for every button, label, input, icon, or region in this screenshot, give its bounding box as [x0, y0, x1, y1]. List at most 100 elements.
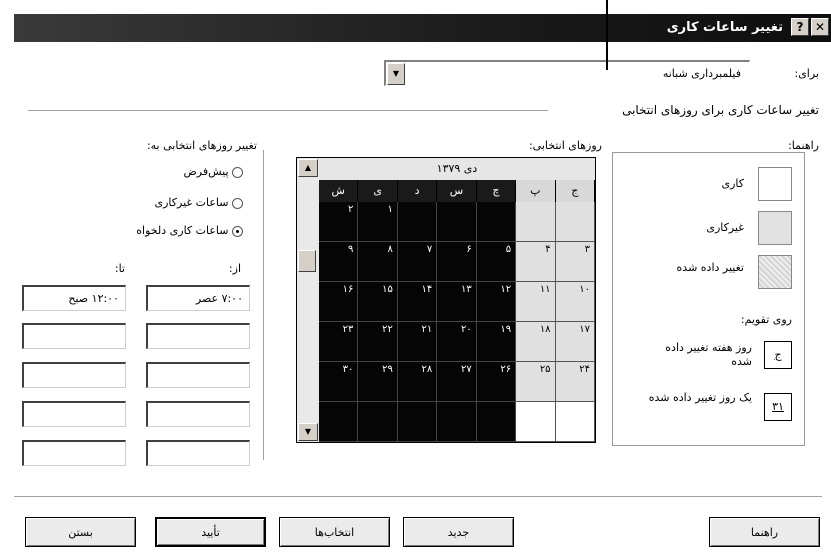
legend-on-calendar-title: روی تقویم: [740, 313, 792, 326]
to-time-5[interactable] [22, 440, 126, 466]
calendar-day[interactable]: ۲۶ [476, 362, 517, 402]
calendar-day[interactable] [516, 402, 556, 442]
calendar-day[interactable] [476, 402, 517, 442]
calendar-day[interactable]: ۷ [397, 242, 438, 282]
scroll-down-icon[interactable]: ▼ [298, 423, 318, 441]
calendar-day[interactable]: ۲۹ [358, 362, 398, 402]
radio-custom-label: ساعات کاری دلخواه [136, 224, 229, 237]
calendar-day[interactable] [358, 402, 398, 442]
weekday-header[interactable]: د [397, 180, 438, 202]
radio-default-button[interactable] [232, 166, 243, 178]
weekday-header[interactable]: چ [476, 180, 517, 202]
radio-nonworking[interactable]: ساعات غیرکاری [154, 196, 243, 209]
calendar-day[interactable] [397, 402, 438, 442]
calendar-day[interactable]: ۱۴ [397, 282, 438, 322]
calendar-grid[interactable]: ج پ چ س د ی ش ۱ ۲ ۳ ۴ ۵ ۶ ۷ ۸ ۹ ۱۰ ۱۱ ۱۲ ۱۳ ۱۴ ۱۵ ۱۶ ۱۷ ۱۸ ۱۹ ۲۰ ۲۱… [319, 180, 595, 442]
legend-title: راهنما: [788, 139, 819, 152]
calendar-day[interactable]: ۲۳ [319, 322, 359, 362]
from-label: از: [228, 262, 241, 275]
calendar-day[interactable]: ۳ [555, 242, 595, 282]
calendar-day[interactable]: ۱۸ [516, 322, 556, 362]
calendar-day[interactable]: ۲۲ [358, 322, 398, 362]
help-button[interactable]: راهنما [709, 517, 820, 547]
calendar-day[interactable] [437, 402, 477, 442]
calendar-day[interactable] [319, 402, 359, 442]
calendar-label: روزهای انتخابی: [528, 139, 602, 152]
scroll-up-icon[interactable]: ▲ [298, 159, 318, 177]
calendar-day[interactable] [516, 202, 556, 242]
from-time-3[interactable] [146, 362, 250, 388]
calendar-day[interactable]: ۶ [437, 242, 477, 282]
from-time-1[interactable]: ۷:۰۰ عصر [146, 285, 250, 311]
from-time-4[interactable] [146, 401, 250, 427]
calendar-day[interactable]: ۲۷ [437, 362, 477, 402]
calendar-month: دی ۱۳۷۹ [319, 158, 595, 181]
calendar-day[interactable]: ۴ [516, 242, 556, 282]
calendar-scrollbar[interactable]: ▲ ▼ [297, 158, 320, 442]
radio-custom-button[interactable] [232, 225, 243, 237]
calendar-day[interactable]: ۱۶ [319, 282, 359, 322]
calendar-day[interactable] [555, 202, 595, 242]
section-separator [28, 110, 548, 112]
calendar-day[interactable]: ۲۰ [437, 322, 477, 362]
radio-custom[interactable]: ساعات کاری دلخواه [136, 224, 243, 237]
calendar-day[interactable]: ۲۵ [516, 362, 556, 402]
legend-nonworking-label: غیرکاری [706, 221, 744, 234]
calendar-day[interactable]: ۱۱ [516, 282, 556, 322]
weekday-header[interactable]: پ [516, 180, 556, 202]
help-icon[interactable]: ? [791, 18, 809, 36]
calendar-day[interactable]: ۱ [358, 202, 398, 242]
calendar-day[interactable]: ۹ [319, 242, 359, 282]
calendar-day[interactable]: ۱۵ [358, 282, 398, 322]
from-time-5[interactable] [146, 440, 250, 466]
to-time-1[interactable]: ۱۲:۰۰ صبح [22, 285, 126, 311]
to-time-3[interactable] [22, 362, 126, 388]
legend-swatch-edited [758, 255, 792, 289]
ok-button[interactable]: تأیید [155, 517, 266, 547]
weekday-header[interactable]: ی [358, 180, 398, 202]
calendar-day[interactable] [437, 202, 477, 242]
to-time-4[interactable] [22, 401, 126, 427]
calendar-day[interactable]: ۲۴ [555, 362, 595, 402]
options-button[interactable]: انتخاب‌ها [279, 517, 390, 547]
legend-edited-day-label: روز هفته تغییر داده شده [665, 341, 752, 368]
calendar-day[interactable]: ۸ [358, 242, 398, 282]
radio-nonworking-label: ساعات غیرکاری [154, 196, 229, 209]
calendar-day[interactable]: ۳۰ [319, 362, 359, 402]
radio-nonworking-button[interactable] [232, 197, 243, 209]
to-time-2[interactable] [22, 323, 126, 349]
calendar-day[interactable]: ۲ [319, 202, 359, 242]
calendar-day[interactable] [397, 202, 438, 242]
calendar-day[interactable]: ۱۰ [555, 282, 595, 322]
weekday-header[interactable]: ش [319, 180, 359, 202]
calendar-day[interactable] [555, 402, 595, 442]
radio-default[interactable]: پیش‌فرض [183, 165, 243, 178]
for-combobox[interactable]: فیلمبرداری شبانه ▼ [384, 60, 750, 86]
calendar-day[interactable]: ۲۱ [397, 322, 438, 362]
calendar-day[interactable]: ۱۲ [476, 282, 517, 322]
calendar-day[interactable]: ۱۳ [437, 282, 477, 322]
calendar-day[interactable]: ۱۷ [555, 322, 595, 362]
weekday-header[interactable]: ج [555, 180, 595, 202]
bottom-separator [14, 496, 822, 498]
calendar[interactable]: ▲ ▼ دی ۱۳۷۹ ج پ چ س د ی ش ۱ ۲ ۳ ۴ ۵ ۶ ۷ ۸ ۹ ۱۰ ۱۱ ۱۲ ۱۳ ۱۴ ۱۵… [296, 157, 596, 443]
calendar-day[interactable]: ۲۸ [397, 362, 438, 402]
new-button[interactable]: جدید [403, 517, 514, 547]
cancel-button[interactable]: بستن [25, 517, 136, 547]
scroll-thumb[interactable] [298, 250, 316, 272]
title-bar: تغییر ساعات کاری ? ✕ [14, 14, 831, 42]
close-icon[interactable]: ✕ [811, 18, 829, 36]
legend-single-day-label: یک روز تغییر داده شده [648, 391, 752, 404]
calendar-day[interactable]: ۵ [476, 242, 517, 282]
for-label: برای: [794, 67, 819, 80]
legend-panel: کاری غیرکاری تغییر داده شده روی تقویم: ج… [612, 152, 805, 446]
legend-working-label: کاری [721, 177, 744, 190]
calendar-day[interactable] [476, 202, 517, 242]
weekday-header[interactable]: س [437, 180, 477, 202]
calendar-day[interactable]: ۱۹ [476, 322, 517, 362]
for-value: فیلمبرداری شبانه [662, 67, 741, 80]
annotation-line [606, 0, 608, 70]
from-time-2[interactable] [146, 323, 250, 349]
radio-default-label: پیش‌فرض [183, 165, 229, 178]
chevron-down-icon[interactable]: ▼ [387, 63, 405, 85]
